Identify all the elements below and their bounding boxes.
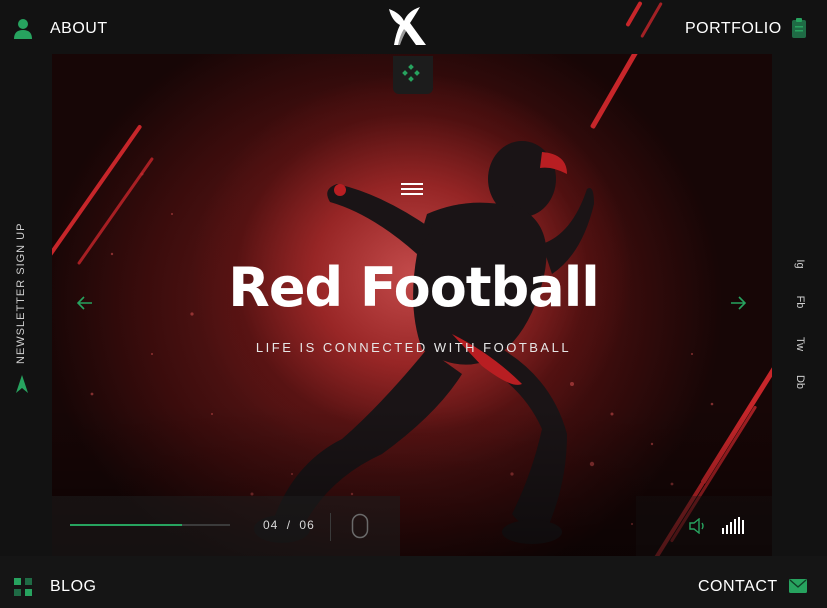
slider-controls xyxy=(52,496,400,556)
nav-blog[interactable]: BLOG xyxy=(50,578,96,596)
hero-subtitle: LIFE IS CONNECTED WITH FOOTBALL xyxy=(255,340,572,355)
social-dribbble[interactable]: Db xyxy=(794,372,806,392)
diamond-grid-icon[interactable] xyxy=(402,64,420,87)
clipboard-icon[interactable] xyxy=(791,17,807,44)
slide-total: 06 xyxy=(299,518,315,532)
nav-portfolio[interactable]: PORTFOLIO xyxy=(685,20,782,38)
social-facebook[interactable]: Fb xyxy=(794,292,806,312)
nav-about[interactable]: ABOUT xyxy=(50,20,108,38)
newsletter-signup-link[interactable]: NEWSLETTER SIGN UP xyxy=(15,223,27,364)
grid-icon[interactable] xyxy=(14,578,32,601)
slider-progress-track[interactable] xyxy=(70,524,230,526)
slide-counter: 04 / 06 xyxy=(263,518,315,532)
user-icon[interactable] xyxy=(13,18,33,45)
mail-icon[interactable] xyxy=(789,578,807,599)
slide-separator: / xyxy=(286,518,292,532)
menu-icon[interactable] xyxy=(401,182,423,201)
paper-plane-icon[interactable] xyxy=(15,374,29,399)
hero-title: Red Football xyxy=(228,256,599,319)
bird-logo[interactable] xyxy=(386,5,430,47)
volume-icon[interactable] xyxy=(689,517,707,539)
arrow-left-icon[interactable] xyxy=(76,296,93,315)
slider-progress-fill xyxy=(70,524,182,526)
social-twitter[interactable]: Tw xyxy=(794,334,806,354)
nav-contact[interactable]: CONTACT xyxy=(698,578,778,596)
equalizer-icon[interactable] xyxy=(722,516,746,539)
slide-current: 04 xyxy=(263,518,279,532)
arrow-right-icon[interactable] xyxy=(730,296,747,315)
mouse-scroll-icon[interactable] xyxy=(351,513,369,544)
social-instagram[interactable]: Ig xyxy=(794,254,806,274)
divider xyxy=(330,513,331,541)
